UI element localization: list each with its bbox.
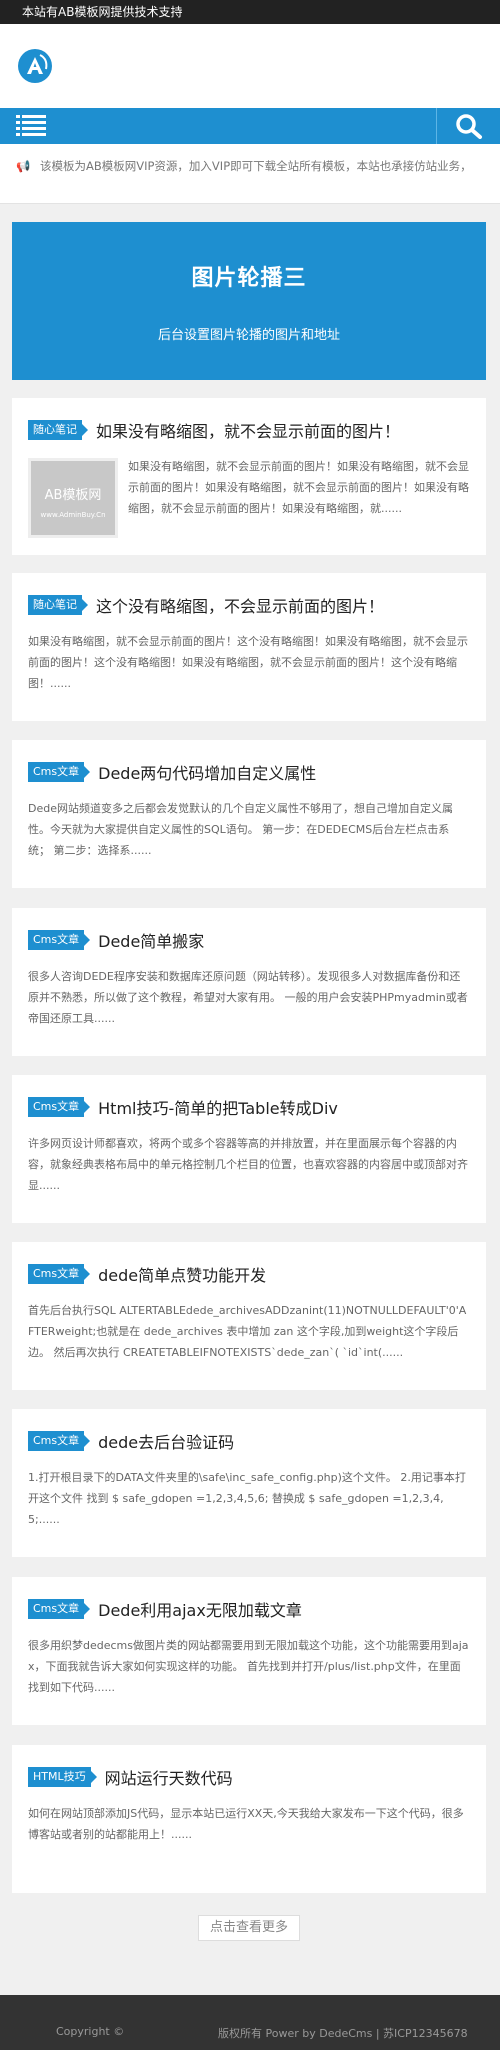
article-excerpt: 如何在网站顶部添加JS代码，显示本站已运行XX天,今天我给大家发布一下这个代码，… xyxy=(28,1807,464,1841)
top-bar: 本站有AB模板网提供技术支持 xyxy=(0,0,500,24)
article-title[interactable]: 这个没有略缩图，不会显示前面的图片！ xyxy=(96,593,384,617)
article-card: HTML技巧 网站运行天数代码 如何在网站顶部添加JS代码，显示本站已运行XX天… xyxy=(12,1745,486,1893)
bell-icon: 📢 xyxy=(16,159,31,173)
article-excerpt: 很多用织梦dedecms做图片类的网站都需要用到无限加载这个功能，这个功能需要用… xyxy=(28,1639,469,1694)
article-title[interactable]: Dede利用ajax无限加载文章 xyxy=(98,1597,302,1621)
article-title[interactable]: 网站运行天数代码 xyxy=(105,1765,233,1789)
article-excerpt: Dede网站频道变多之后都会发觉默认的几个自定义属性不够用了，想自己增加自定义属… xyxy=(28,802,453,857)
article-tag[interactable]: Cms文章 xyxy=(28,1599,91,1619)
notice-text: 该模板为AB模板网VIP资源，加入VIP即可下载全站所有模板，本站也承接仿站业务… xyxy=(39,159,472,173)
thumbnail-text: AB模板网 xyxy=(44,488,102,503)
article-thumbnail[interactable]: AB模板网 www.AdminBuy.Cn xyxy=(28,458,118,538)
article-title[interactable]: dede去后台验证码 xyxy=(98,1429,234,1453)
site-logo[interactable] xyxy=(18,49,52,83)
article-card: Cms文章 Dede利用ajax无限加载文章 很多用织梦dedecms做图片类的… xyxy=(12,1577,486,1725)
nav-bar xyxy=(0,108,500,144)
article-tag[interactable]: 随心笔记 xyxy=(28,420,88,440)
article-title[interactable]: 如果没有略缩图，就不会显示前面的图片！ xyxy=(96,418,400,442)
search-icon xyxy=(456,114,482,139)
article-excerpt: 首先后台执行SQL ALTERTABLEdede_archivesADDzani… xyxy=(28,1304,467,1359)
article-excerpt: 很多人咨询DEDE程序安装和数据库还原问题（网站转移）。发现很多人对数据库备份和… xyxy=(28,970,468,1025)
load-more-button[interactable]: 点击查看更多 xyxy=(198,1915,300,1941)
article-title[interactable]: Html技巧-简单的把Table转成Div xyxy=(98,1095,338,1119)
article-card: Cms文章 dede简单点赞功能开发 首先后台执行SQL ALTERTABLEd… xyxy=(12,1242,486,1390)
header xyxy=(0,24,500,108)
article-tag[interactable]: Cms文章 xyxy=(28,1431,91,1451)
thumbnail-subtext: www.AdminBuy.Cn xyxy=(40,511,106,519)
menu-icon[interactable] xyxy=(16,114,46,138)
article-excerpt: 许多网页设计师都喜欢，将两个或多个容器等高的并排放置，并在里面展示每个容器的内容… xyxy=(28,1137,468,1192)
banner-slideshow[interactable]: 图片轮播三 后台设置图片轮播的图片和地址 xyxy=(12,222,486,380)
article-tag[interactable]: HTML技巧 xyxy=(28,1767,97,1787)
article-tag[interactable]: Cms文章 xyxy=(28,1264,91,1284)
article-tag[interactable]: Cms文章 xyxy=(28,930,91,950)
article-excerpt: 如果没有略缩图，就不会显示前面的图片！如果没有略缩图，就不会显示前面的图片！如果… xyxy=(128,460,469,515)
article-card: 随心笔记 如果没有略缩图，就不会显示前面的图片！ AB模板网 www.Admin… xyxy=(12,398,486,555)
footer: Copyright © 版权所有 Power by DedeCms | 苏ICP… xyxy=(0,1995,500,2050)
article-tag[interactable]: 随心笔记 xyxy=(28,595,88,615)
article-excerpt: 1.打开根目录下的DATA文件夹里的\safe\inc_safe_config.… xyxy=(28,1471,466,1526)
article-excerpt: 如果没有略缩图，就不会显示前面的图片！这个没有略缩图！如果没有略缩图，就不会显示… xyxy=(28,635,468,690)
search-button[interactable] xyxy=(436,108,500,144)
article-title[interactable]: dede简单点赞功能开发 xyxy=(98,1262,266,1286)
banner-title: 图片轮播三 xyxy=(191,266,307,291)
article-card: Cms文章 Html技巧-简单的把Table转成Div 许多网页设计师都喜欢，将… xyxy=(12,1075,486,1223)
article-card: Cms文章 Dede简单搬家 很多人咨询DEDE程序安装和数据库还原问题（网站转… xyxy=(12,908,486,1056)
notice-bar: 📢 该模板为AB模板网VIP资源，加入VIP即可下载全站所有模板，本站也承接仿站… xyxy=(0,144,500,204)
article-title[interactable]: Dede简单搬家 xyxy=(98,928,204,952)
article-card: Cms文章 Dede两句代码增加自定义属性 Dede网站频道变多之后都会发觉默认… xyxy=(12,740,486,888)
article-card: Cms文章 dede去后台验证码 1.打开根目录下的DATA文件夹里的\safe… xyxy=(12,1409,486,1557)
article-tag[interactable]: Cms文章 xyxy=(28,1097,91,1117)
top-bar-text: 本站有AB模板网提供技术支持 xyxy=(22,5,183,19)
article-card: 随心笔记 这个没有略缩图，不会显示前面的图片！ 如果没有略缩图，就不会显示前面的… xyxy=(12,573,486,721)
banner-subtitle: 后台设置图片轮播的图片和地址 xyxy=(157,328,340,343)
article-tag[interactable]: Cms文章 xyxy=(28,762,91,782)
article-title[interactable]: Dede两句代码增加自定义属性 xyxy=(98,760,316,784)
footer-copyright: Copyright © xyxy=(56,2025,125,2038)
logo-a-icon xyxy=(19,50,51,82)
footer-info: 版权所有 Power by DedeCms | 苏ICP12345678 xyxy=(218,2027,468,2040)
